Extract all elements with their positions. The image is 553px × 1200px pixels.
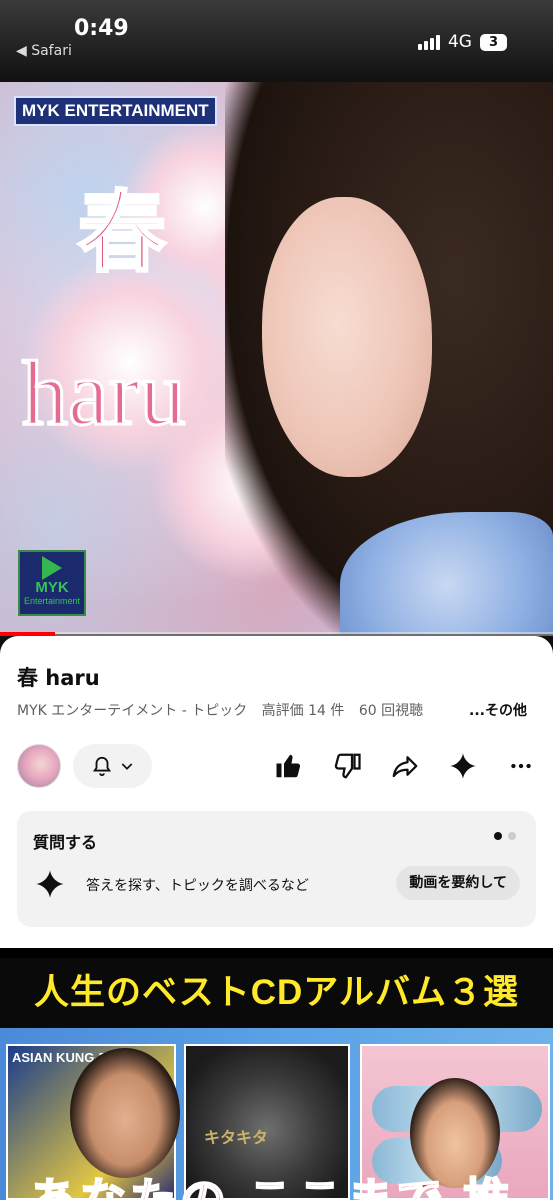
back-to-safari-link[interactable]: ◀ Safari xyxy=(16,43,72,59)
sparkle-icon xyxy=(450,753,476,779)
bell-icon xyxy=(92,756,111,777)
brand-banner: MYK ENTERTAINMENT xyxy=(14,96,217,126)
more-link[interactable]: ...その他 xyxy=(453,700,527,720)
summarize-video-button[interactable]: 動画を要約して xyxy=(396,866,520,900)
carousel-dots xyxy=(494,832,516,840)
host-person xyxy=(70,1048,180,1178)
network-type: 4G xyxy=(447,32,472,52)
chevron-down-icon xyxy=(121,763,132,770)
dislike-button[interactable] xyxy=(329,748,365,784)
video-title[interactable]: 春 haru xyxy=(17,662,100,692)
view-count: 60 回視聴 xyxy=(358,703,424,719)
thumbs-down-icon xyxy=(334,753,361,779)
channel-avatar[interactable] xyxy=(17,744,61,788)
status-bar: 0:49 ◀ Safari 4G 3 xyxy=(0,0,553,82)
like-count: 高評価 14 件 xyxy=(261,703,345,719)
ask-card-title: 質問する xyxy=(33,833,98,852)
ask-hint-text[interactable]: 答えを探す、トピックを調べるなど xyxy=(86,875,309,895)
video-player[interactable]: MYK ENTERTAINMENT 春 haru MYK Entertainme… xyxy=(0,82,553,634)
more-actions-button[interactable] xyxy=(503,748,539,784)
ask-question-card: 質問する 答えを探す、トピックを調べるなど 動画を要約して xyxy=(17,811,536,927)
logo-text: MYK xyxy=(35,579,69,596)
album-label: キタキタ xyxy=(204,1128,269,1147)
logo-subtext: Entertainment xyxy=(23,596,81,606)
play-logo-icon xyxy=(42,556,62,580)
next-video-headline: 人生のベストCDアルバム３選 xyxy=(0,958,553,1028)
thumbnail-caption: あなたの ここまで 推化 xyxy=(29,1173,514,1200)
more-horizontal-icon xyxy=(511,763,531,769)
share-icon xyxy=(392,756,418,778)
signal-icon xyxy=(417,34,440,50)
channel-name: MYK エンターテイメント - トピック xyxy=(17,703,248,719)
share-button[interactable] xyxy=(387,748,423,784)
portrait-face xyxy=(262,197,432,477)
thumbs-up-icon xyxy=(276,754,301,778)
video-details-panel: 春 haru MYK エンターテイメント - トピック 高評価 14 件 60 … xyxy=(0,636,553,948)
status-indicators: 4G 3 xyxy=(417,32,507,52)
battery-indicator: 3 xyxy=(479,33,507,51)
artwork-title-kanji: 春 xyxy=(76,179,167,286)
action-bar xyxy=(271,748,539,784)
artwork-title-latin: haru xyxy=(20,341,186,446)
like-button[interactable] xyxy=(271,748,307,784)
myk-logo: MYK Entertainment xyxy=(18,550,86,616)
sparkle-icon xyxy=(36,870,64,898)
notification-bell-button[interactable] xyxy=(73,744,152,788)
next-video-thumbnail[interactable]: 人生のベストCDアルバム３選 ASIAN KUNG-F キタキタ あなたの ここ… xyxy=(0,948,553,1200)
status-time: 0:49 xyxy=(74,16,129,41)
ask-ai-button[interactable] xyxy=(445,748,481,784)
